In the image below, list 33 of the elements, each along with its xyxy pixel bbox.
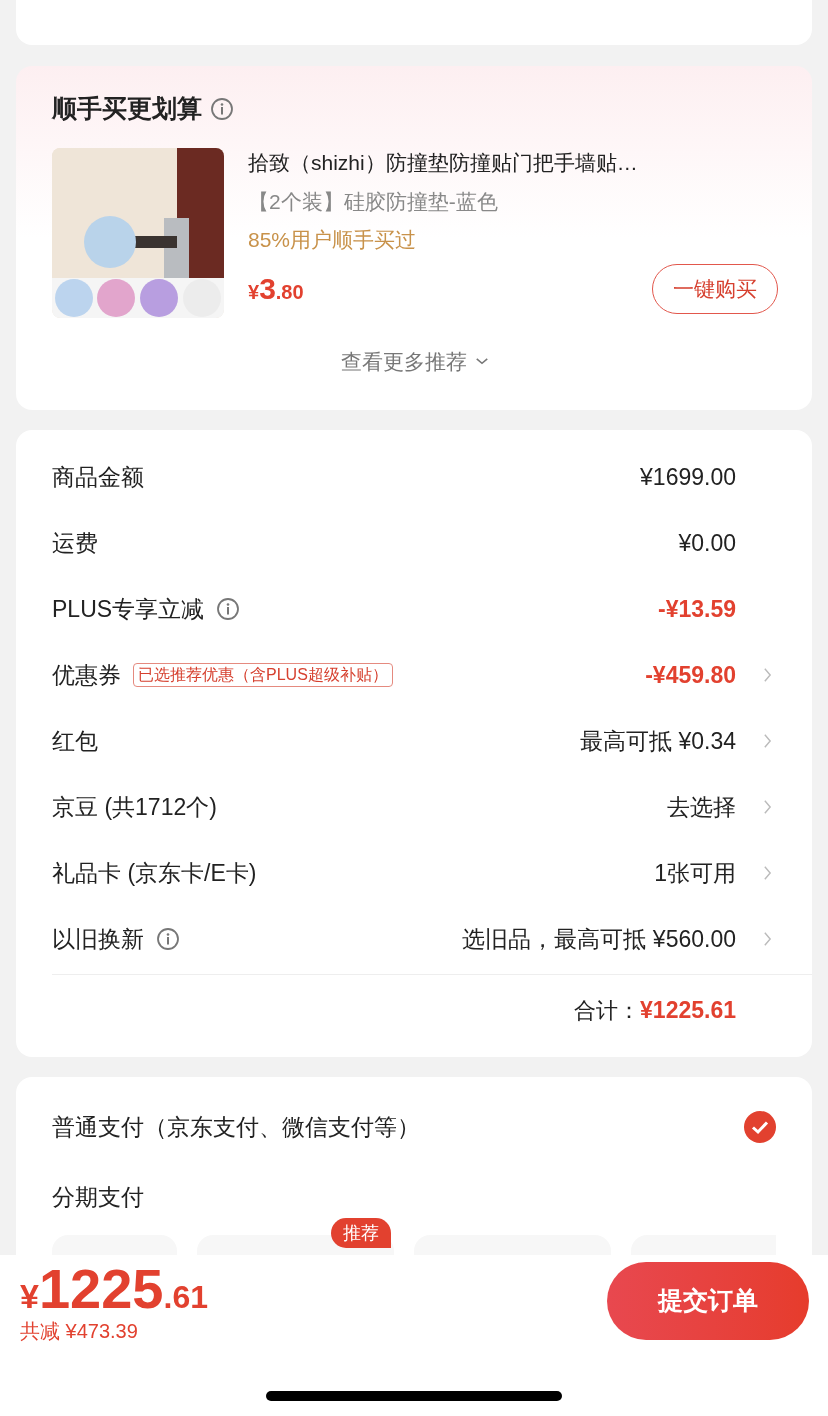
row-value: ¥0.00 <box>678 528 736 558</box>
row-value: -¥13.59 <box>658 594 736 624</box>
section-title: 顺手买更划算 <box>52 93 202 124</box>
total-value: ¥1225.61 <box>640 995 736 1025</box>
product-title: 拾致（shizhi）防撞垫防撞贴门把手墙贴… <box>248 149 639 176</box>
product-spec: 【2个装】硅胶防撞垫-蓝色 <box>248 188 499 215</box>
submit-button[interactable]: 提交订单 <box>607 1262 809 1340</box>
row-label: 运费 <box>52 528 98 558</box>
row-label: 红包 <box>52 726 98 756</box>
payment-option[interactable]: 普通支付（京东支付、微信支付等） <box>52 1109 420 1145</box>
chevron-down-icon <box>475 356 489 366</box>
row-value: 去选择 <box>667 792 736 822</box>
row-label: 商品金额 <box>52 462 144 492</box>
recommend-badge: 推荐 <box>331 1218 391 1248</box>
row-value: 选旧品，最高可抵 ¥560.00 <box>462 924 736 954</box>
row-label: PLUS专享立减 <box>52 594 205 624</box>
row-label: 京豆 (共1712个) <box>52 792 217 822</box>
product-price: ¥3.80 <box>248 271 304 307</box>
check-icon[interactable] <box>744 1111 776 1143</box>
row-value: 最高可抵 ¥0.34 <box>580 726 736 756</box>
row-value: -¥459.80 <box>645 660 736 690</box>
purchase-hint: 85%用户顺手买过 <box>248 226 418 253</box>
total-label: 合计： <box>574 996 641 1025</box>
row-label: 优惠券 <box>52 660 121 690</box>
saved-amount: 共减 ¥473.39 <box>20 1319 138 1343</box>
coupon-tag: 已选推荐优惠（含PLUS超级补贴） <box>133 663 393 687</box>
buy-button[interactable]: 一键购买 <box>652 263 778 314</box>
row-label: 礼品卡 (京东卡/E卡) <box>52 858 257 888</box>
section-title: 分期支付 <box>52 1183 145 1212</box>
row-label: 以旧换新 <box>52 924 144 954</box>
row-value: ¥1699.00 <box>640 462 736 492</box>
more-link[interactable]: 查看更多推荐 <box>341 345 467 377</box>
row-value: 1张可用 <box>654 858 736 888</box>
